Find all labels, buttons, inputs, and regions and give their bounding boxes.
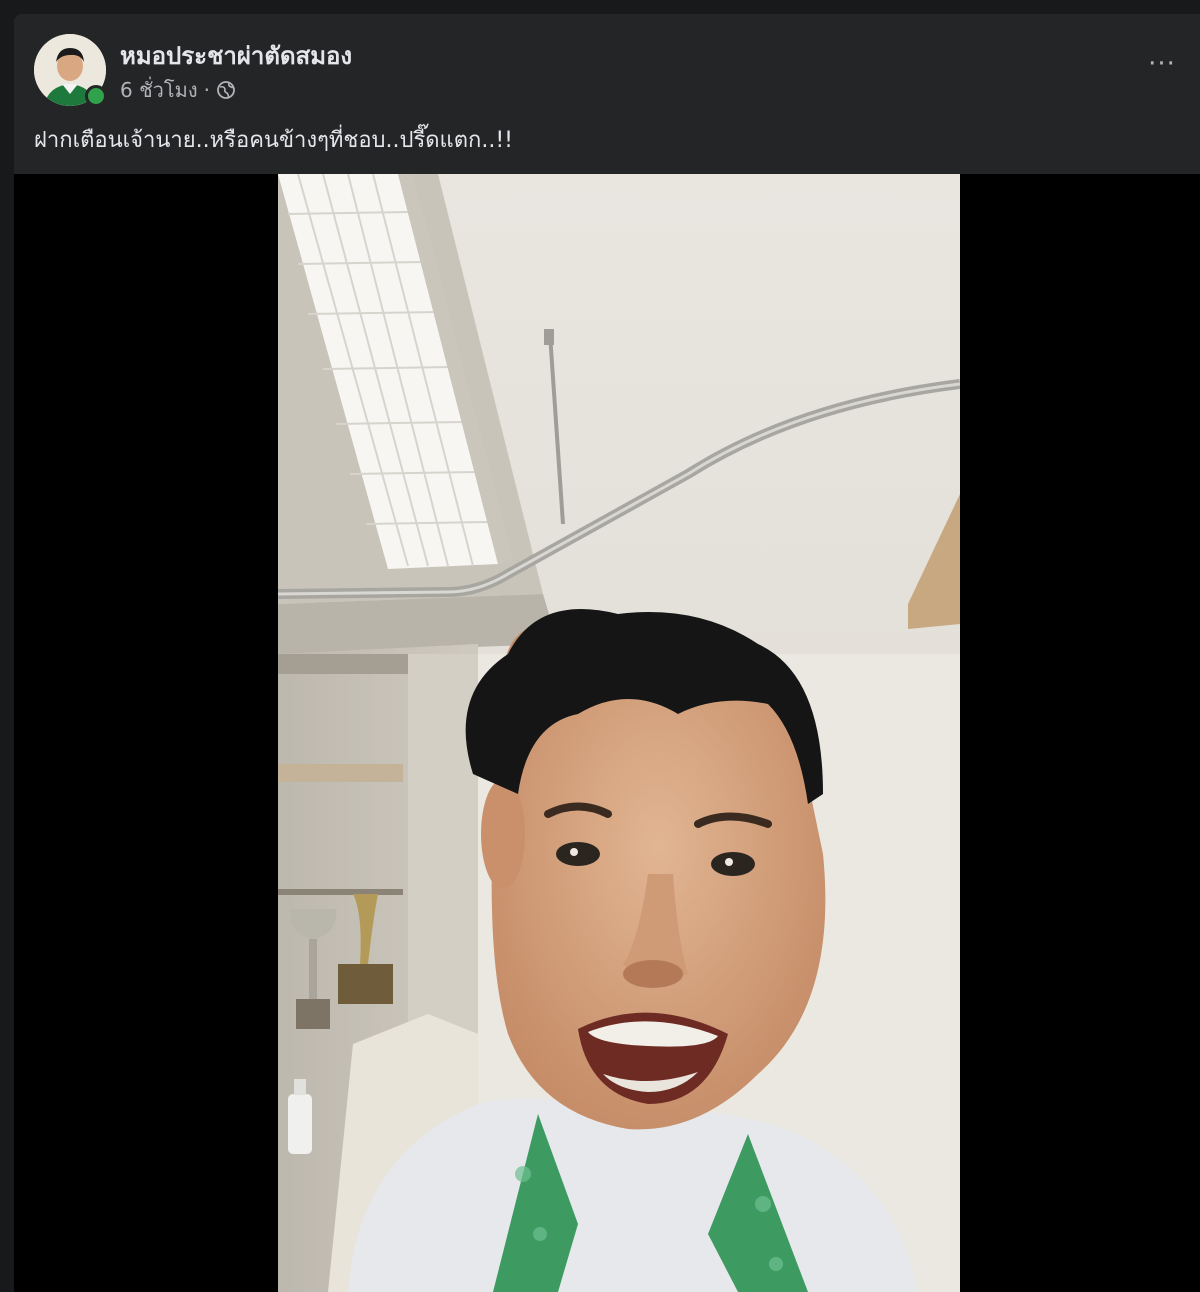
meta-separator: · [203,78,210,102]
video-thumbnail[interactable] [278,174,960,1292]
video-player [14,174,1200,1292]
page: หมอประชาผ่าตัดสมอง 6 ชั่วโมง · ··· ฝากเต… [0,0,1200,1292]
online-status-dot [85,85,107,107]
post-caption: ฝากเตือนเจ้านาย..หรือคนข้างๆที่ชอบ..ปรี๊… [34,128,513,153]
post-timestamp[interactable]: 6 ชั่วโมง [120,74,198,106]
more-options-icon[interactable]: ··· [1142,46,1182,82]
feed-post: หมอประชาผ่าตัดสมอง 6 ชั่วโมง · ··· ฝากเต… [14,14,1200,1292]
globe-icon[interactable] [216,80,236,100]
post-meta: 6 ชั่วโมง · [120,74,236,106]
post-header: หมอประชาผ่าตัดสมอง 6 ชั่วโมง · ··· ฝากเต… [14,14,1200,174]
video-still [278,174,960,1292]
author-name[interactable]: หมอประชาผ่าตัดสมอง [120,36,352,75]
